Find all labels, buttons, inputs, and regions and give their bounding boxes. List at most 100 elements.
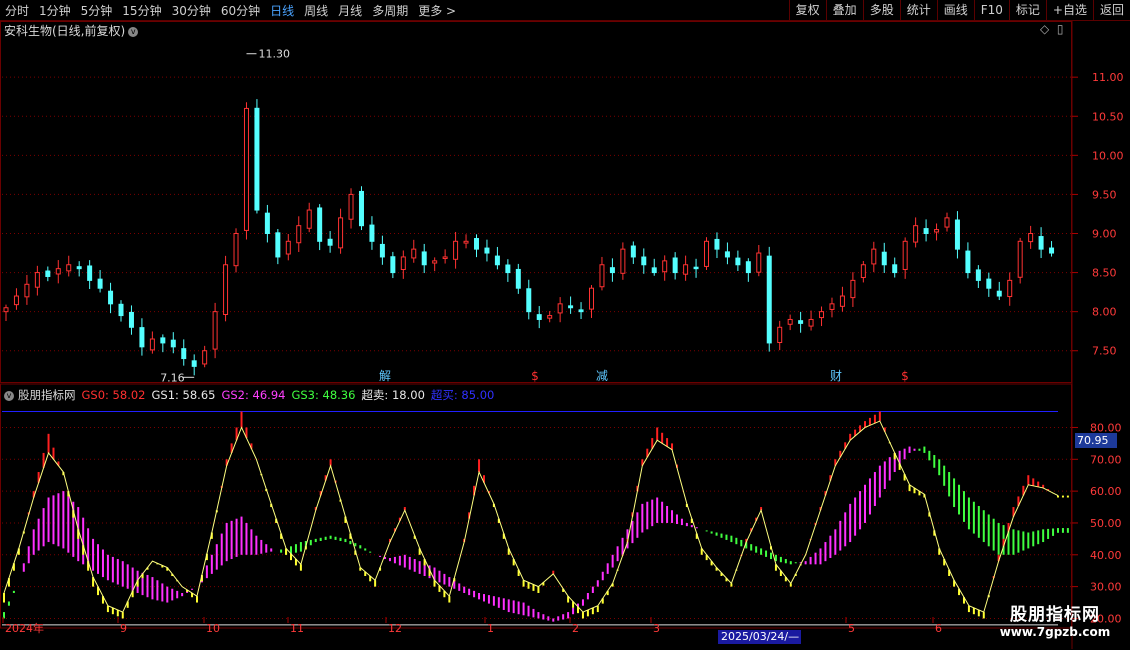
- current-value-badge: 70.95: [1075, 433, 1117, 448]
- candle-body: [892, 264, 898, 274]
- candle: [766, 246, 772, 352]
- candle-body: [1028, 232, 1034, 243]
- toolbar-button-5[interactable]: F10: [973, 0, 1009, 20]
- gs0-value: GS0: 58.02: [81, 388, 146, 402]
- candle: [275, 229, 281, 265]
- chevron-down-icon[interactable]: v: [128, 26, 139, 37]
- event-marker-0: 解: [379, 369, 391, 383]
- price-axis-label: 9.50: [1092, 188, 1117, 201]
- watermark-title: 股朋指标网: [1010, 605, 1100, 625]
- candle: [442, 249, 448, 264]
- candle: [850, 272, 856, 307]
- candle-body: [766, 255, 772, 344]
- period-tab-6[interactable]: 日线: [265, 2, 299, 19]
- period-tab-3[interactable]: 15分钟: [117, 2, 166, 19]
- candle-body: [264, 212, 270, 234]
- candle: [139, 318, 145, 356]
- candle-body: [13, 295, 19, 306]
- diamond-icon[interactable]: ◇: [1040, 22, 1049, 36]
- candle-body: [704, 240, 710, 267]
- candle: [881, 242, 887, 273]
- candle-body: [599, 264, 605, 288]
- time-axis-label-3: 11: [290, 622, 304, 635]
- stock-title-text: 安科生物(日线,前复权): [4, 24, 126, 38]
- period-tab-1[interactable]: 1分钟: [34, 2, 76, 19]
- gs0-gs1-bars: [3, 411, 1069, 619]
- candle-body: [578, 309, 584, 313]
- candle: [568, 296, 574, 314]
- period-tab-4[interactable]: 30分钟: [167, 2, 216, 19]
- candle-body: [787, 318, 793, 325]
- panel-toggle-icon[interactable]: ▯: [1057, 22, 1064, 36]
- candle: [34, 265, 40, 296]
- candle-body: [1049, 247, 1055, 254]
- candle: [453, 231, 459, 269]
- toolbar-button-7[interactable]: +自选: [1045, 0, 1093, 20]
- candle: [1007, 272, 1013, 306]
- toolbar-button-2[interactable]: 多股: [862, 0, 900, 20]
- candle: [578, 302, 584, 320]
- candle: [233, 228, 239, 273]
- indicator-axis-label: 40.00: [1090, 549, 1122, 562]
- candle: [704, 237, 710, 270]
- candle: [609, 258, 615, 282]
- time-axis-label-6: 2: [572, 622, 579, 635]
- watermark: 股朋指标网 www.7gpzb.com: [985, 600, 1125, 639]
- chart-canvas[interactable]: 11.00 10.50 10.00 9.50 9.00 8.50 8.00 7.50 11.30…: [0, 21, 1130, 650]
- candle: [494, 246, 500, 270]
- toolbar-button-3[interactable]: 统计: [899, 0, 937, 20]
- candle-body: [3, 307, 9, 313]
- candle: [45, 266, 51, 282]
- period-tab-7[interactable]: 周线: [299, 2, 333, 19]
- stock-title[interactable]: 安科生物(日线,前复权) v: [4, 22, 139, 39]
- period-tab-5[interactable]: 60分钟: [216, 2, 265, 19]
- period-tab-0[interactable]: 分时: [0, 2, 34, 19]
- event-marker-1: $: [531, 369, 539, 383]
- candle-body: [243, 107, 249, 231]
- candle: [463, 234, 469, 249]
- oversold-value: 超卖: 18.00: [361, 388, 425, 402]
- candle: [745, 258, 751, 282]
- time-axis-label-4: 12: [388, 622, 402, 635]
- candle-body: [986, 278, 992, 289]
- candle: [975, 265, 981, 289]
- candle-body: [369, 224, 375, 242]
- indicator-axis-label: 60.00: [1090, 485, 1122, 498]
- period-tab-2[interactable]: 5分钟: [76, 2, 118, 19]
- candle: [243, 102, 249, 240]
- toolbar-button-4[interactable]: 画线: [936, 0, 974, 20]
- candle-body: [254, 107, 260, 211]
- period-tab-9[interactable]: 多周期: [367, 2, 413, 19]
- candle-body: [526, 288, 532, 313]
- toolbar-button-8[interactable]: 返回: [1092, 0, 1130, 20]
- chevron-down-icon[interactable]: v: [4, 390, 14, 401]
- toolbar-button-1[interactable]: 叠加: [825, 0, 863, 20]
- candle-body: [149, 338, 155, 351]
- toolbar-button-0[interactable]: 复权: [788, 0, 826, 20]
- candle: [996, 281, 1002, 301]
- candle-body: [672, 257, 678, 274]
- candle: [390, 251, 396, 279]
- candle-body: [965, 250, 971, 274]
- candle: [1028, 225, 1034, 249]
- toolbar-button-6[interactable]: 标记: [1008, 0, 1046, 20]
- candle-body: [975, 269, 981, 281]
- candle: [97, 270, 103, 293]
- period-tab-8[interactable]: 月线: [333, 2, 367, 19]
- candle: [756, 244, 762, 277]
- candle: [24, 274, 30, 305]
- candle-body: [160, 337, 166, 344]
- candle: [505, 259, 511, 282]
- indicator-name[interactable]: 股朋指标网: [18, 388, 76, 402]
- candle: [411, 239, 417, 263]
- period-tab-10[interactable]: 更多 >: [413, 2, 461, 19]
- chart-corner-icons[interactable]: ◇ ▯: [1040, 22, 1063, 36]
- price-axis-label: 11.00: [1092, 71, 1124, 84]
- candle-body: [87, 265, 93, 281]
- event-marker-3: 财: [830, 369, 842, 383]
- candle: [369, 216, 375, 250]
- candle: [160, 334, 166, 353]
- indicator-axis-label: 30.00: [1090, 581, 1122, 594]
- candle-body: [1007, 279, 1013, 298]
- candle: [473, 234, 479, 258]
